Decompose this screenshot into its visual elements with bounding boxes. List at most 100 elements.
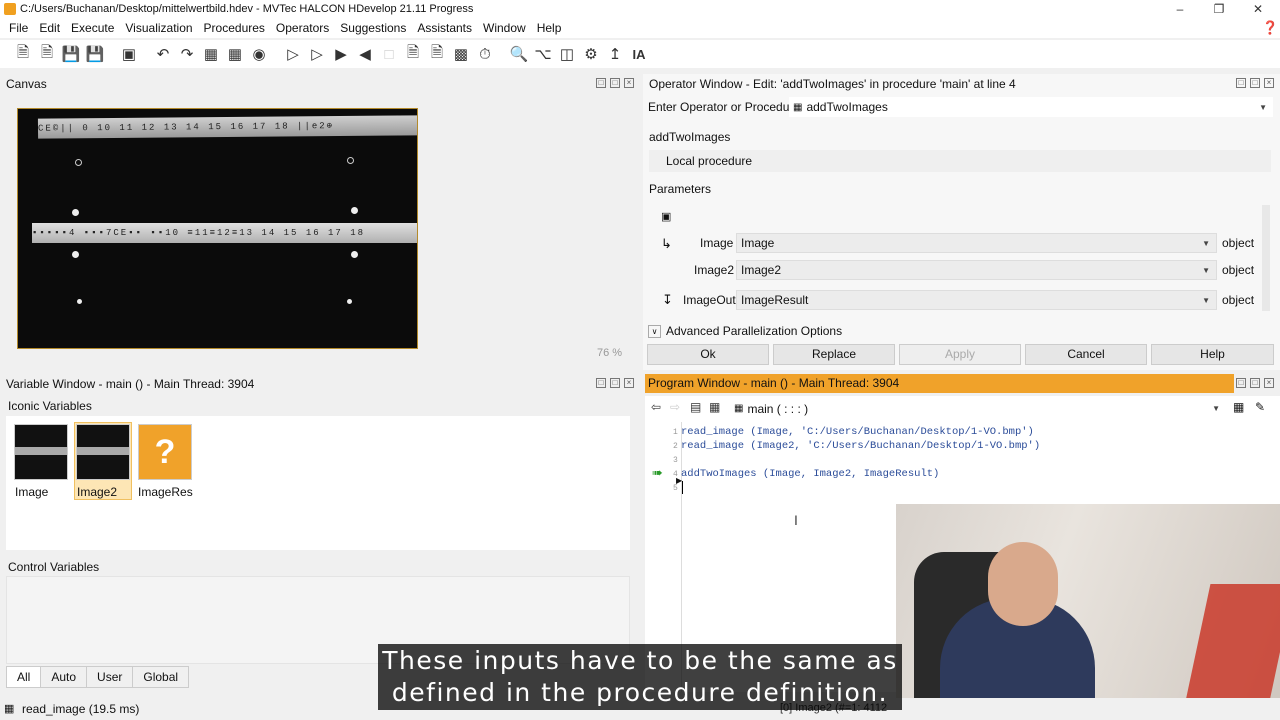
whats-this-icon[interactable]: ❓ (1262, 20, 1278, 36)
profiler-icon[interactable]: ▩ (450, 43, 472, 65)
canvas-image[interactable]: CE©|| 0 10 11 12 13 14 15 16 17 18 ||e2⊕… (17, 108, 418, 349)
maximize-panel-icon[interactable]: □ (610, 378, 620, 388)
float-icon[interactable]: □ (1236, 378, 1246, 388)
advanced-options-toggle[interactable]: ∨ Advanced Parallelization Options (648, 324, 842, 338)
save-icon[interactable]: 💾 (84, 43, 106, 65)
tab-all[interactable]: All (6, 666, 42, 688)
tab-global[interactable]: Global (132, 666, 190, 688)
reset-program-icon[interactable]: 🗎 (402, 43, 424, 65)
open-file-icon[interactable]: 🗎 (36, 43, 58, 65)
param-image2-combo[interactable]: Image2 ▼ (736, 260, 1217, 280)
param-image-combo[interactable]: Image ▼ (736, 233, 1217, 253)
procedure-select-value: main ( : : : ) (747, 401, 809, 416)
float-icon[interactable]: □ (596, 78, 606, 88)
stopwatch-icon[interactable]: ⏱ (474, 43, 496, 65)
menu-edit[interactable]: Edit (39, 21, 60, 35)
ok-button[interactable]: Ok (647, 344, 769, 365)
back-icon[interactable]: ⇦ (651, 400, 661, 414)
menu-file[interactable]: File (9, 21, 28, 35)
menu-assistants[interactable]: Assistants (417, 21, 472, 35)
float-icon[interactable]: □ (1236, 78, 1246, 88)
param-label-imageout: ImageOut (683, 293, 736, 307)
halcon-app-icon (4, 3, 16, 15)
procedure-icon: ▦ (793, 101, 803, 113)
zoom-search-icon[interactable]: 🔍 (508, 43, 530, 65)
variable-thumb-image[interactable] (14, 424, 68, 480)
question-mark-icon[interactable]: ? (138, 424, 192, 480)
maximize-button[interactable]: ❐ (1199, 0, 1239, 18)
binoculars-icon[interactable]: ◉ (248, 43, 270, 65)
variable-thumb-image2[interactable] (76, 424, 130, 480)
menu-help[interactable]: Help (537, 21, 562, 35)
line-number: 2 (673, 442, 678, 451)
procedure-select[interactable]: ▦ main ( : : : ) ▼ (730, 399, 1226, 418)
tab-user[interactable]: User (86, 666, 134, 688)
step-out-icon[interactable]: ◀ (354, 43, 376, 65)
param-image2-value: Image2 (741, 263, 782, 277)
subtitle-line-2: defined in the procedure definition. (391, 678, 889, 707)
canvas-header: Canvas □ □ × (0, 74, 640, 94)
replace-button[interactable]: Replace (773, 344, 895, 365)
cancel-button[interactable]: Cancel (1025, 344, 1147, 365)
procedure-edit-icon[interactable]: ▦ (224, 43, 246, 65)
maximize-panel-icon[interactable]: □ (1250, 378, 1260, 388)
menu-procedures[interactable]: Procedures (204, 21, 265, 35)
program-counter-arrow-icon: ➠ (652, 465, 663, 480)
code-line[interactable]: read_image (Image2, 'C:/Users/Buchanan/D… (681, 440, 1040, 452)
code-line[interactable]: read_image (Image, 'C:/Users/Buchanan/De… (681, 426, 1034, 438)
close-panel-icon[interactable]: × (1264, 378, 1274, 388)
operator-select[interactable]: ▦ addTwoImages ▼ (789, 97, 1273, 117)
close-panel-icon[interactable]: × (1264, 78, 1274, 88)
region-features-icon[interactable]: ⚙ (580, 43, 602, 65)
param-imageout-combo[interactable]: ImageResult ▼ (736, 290, 1217, 310)
chevron-down-icon: ▼ (1202, 238, 1210, 248)
menu-suggestions[interactable]: Suggestions (340, 21, 406, 35)
close-panel-icon[interactable]: × (624, 378, 634, 388)
histogram-icon[interactable]: ◫ (556, 43, 578, 65)
redo-icon[interactable]: ↷ (176, 43, 198, 65)
procedure-doc-icon[interactable]: ▤ (690, 400, 701, 414)
run-icon[interactable]: ▷ (282, 43, 304, 65)
new-file-icon[interactable]: 🗎 (12, 43, 34, 65)
maximize-panel-icon[interactable]: □ (610, 78, 620, 88)
save-disabled-icon[interactable]: 💾 (60, 43, 82, 65)
step-over-icon[interactable]: ▷ (306, 43, 328, 65)
float-icon[interactable]: □ (596, 378, 606, 388)
forward-icon[interactable]: ⇨ (670, 400, 680, 414)
param-label-image2: Image2 (694, 263, 735, 277)
params-scrollbar[interactable] (1262, 205, 1270, 311)
menu-bar: File Edit Execute Visualization Procedur… (0, 18, 1280, 38)
close-button[interactable]: ✕ (1238, 0, 1278, 18)
ocr-icon[interactable]: IA (628, 43, 650, 65)
procedure-icon[interactable]: ▦ (200, 43, 222, 65)
step-into-icon[interactable]: ▶ (330, 43, 352, 65)
clear-breakpoints-icon[interactable]: ✎ (1255, 400, 1265, 414)
help-button[interactable]: Help (1151, 344, 1274, 365)
variable-label-image2: Image2 (77, 485, 118, 499)
menu-visualization[interactable]: Visualization (125, 21, 192, 35)
apply-button[interactable]: Apply (899, 344, 1021, 365)
undo-icon[interactable]: ↶ (152, 43, 174, 65)
param-label-image: Image (700, 236, 734, 250)
code-line[interactable]: addTwoImages (Image, Image2, ImageResult… (681, 468, 939, 480)
status-text: read_image (19.5 ms) (22, 702, 140, 716)
reset-variables-icon[interactable]: 🗎 (426, 43, 448, 65)
marker-dot (347, 299, 352, 304)
camera-icon[interactable]: ▣ (118, 43, 140, 65)
grid-icon[interactable]: ▦ (709, 400, 720, 414)
menu-operators[interactable]: Operators (276, 21, 329, 35)
gray-profile-icon[interactable]: ↥ (604, 43, 626, 65)
minimize-button[interactable]: – (1160, 0, 1200, 18)
close-panel-icon[interactable]: × (624, 78, 634, 88)
stop-icon[interactable]: □ (378, 43, 400, 65)
maximize-panel-icon[interactable]: □ (1250, 78, 1260, 88)
variable-tabs: All Auto User Global (6, 666, 190, 688)
marker-dot (72, 251, 79, 258)
menu-execute[interactable]: Execute (71, 21, 114, 35)
param-type-image2: object (1222, 263, 1255, 277)
tab-auto[interactable]: Auto (40, 666, 88, 688)
line-chart-icon[interactable]: ⌥ (532, 43, 554, 65)
procedure-menu-icon[interactable]: ▦ (1233, 400, 1244, 414)
menu-window[interactable]: Window (483, 21, 526, 35)
marker-dot (351, 251, 358, 258)
